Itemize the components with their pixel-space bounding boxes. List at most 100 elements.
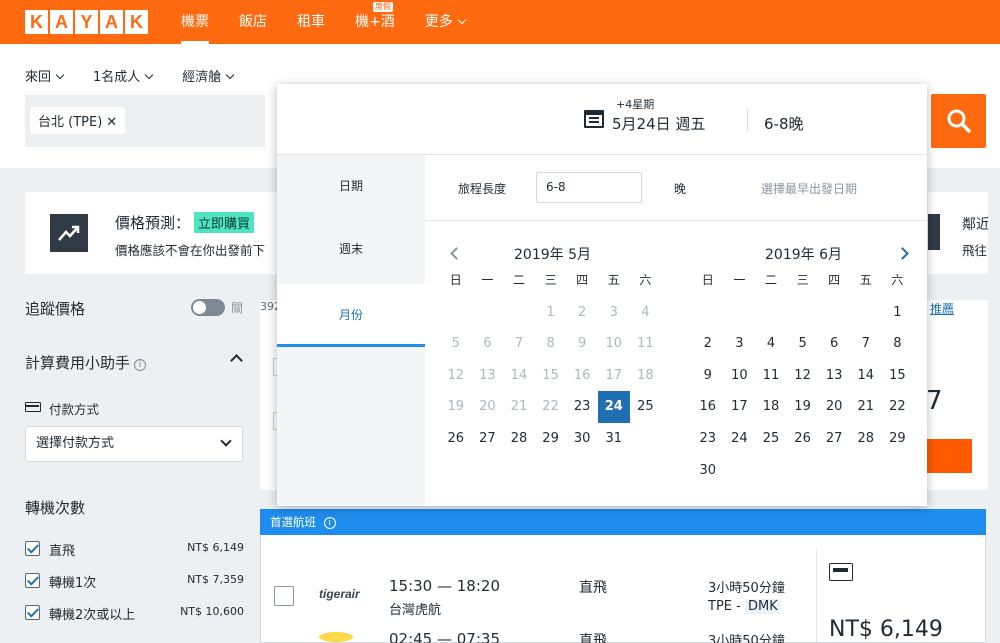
day-cell[interactable]: 23 xyxy=(566,391,598,423)
day-cell[interactable]: 6 xyxy=(818,328,850,360)
day-cell[interactable]: 29 xyxy=(535,423,567,455)
day-cell[interactable]: 24 xyxy=(724,423,756,455)
day-cell: 5 xyxy=(451,336,460,352)
day-cell[interactable]: 2 xyxy=(692,328,724,360)
stop-filter-two-plus[interactable]: 轉機2次或以上 NT$ 10,600 xyxy=(25,603,244,623)
forecast-subtitle: 價格應該不會在你出發前下 xyxy=(115,243,266,258)
buy-now-badge: 立即購買 xyxy=(194,212,255,233)
day-cell[interactable]: 22 xyxy=(882,391,914,423)
nearby-airports-card[interactable]: 鄰近機 飛往D xyxy=(928,192,988,274)
day-cell[interactable]: 1 xyxy=(882,297,914,329)
day-cell[interactable]: 31 xyxy=(598,423,630,455)
divider xyxy=(425,220,927,221)
day-cell[interactable]: 17 xyxy=(724,391,756,423)
info-icon[interactable]: i xyxy=(323,517,336,529)
checkbox[interactable] xyxy=(25,605,40,620)
remove-origin-icon[interactable]: ✕ xyxy=(106,115,117,130)
calendar-icon xyxy=(584,110,604,128)
selected-date[interactable]: 5月24日 週五 xyxy=(612,113,705,134)
compare-checkbox[interactable] xyxy=(274,586,294,606)
day-cell[interactable]: 27 xyxy=(818,423,850,455)
origin-chip[interactable]: 台北 (TPE) ✕ xyxy=(30,107,126,134)
day-cell[interactable]: 20 xyxy=(818,391,850,423)
chevron-down-icon xyxy=(145,70,154,80)
day-cell[interactable]: 11 xyxy=(755,360,787,392)
track-price-toggle[interactable] xyxy=(191,299,225,316)
kayak-logo[interactable]: K A Y A K xyxy=(25,10,148,34)
day-cell: 17 xyxy=(605,367,623,383)
nav-more[interactable]: 更多 xyxy=(425,0,466,44)
passengers-dropdown[interactable]: 1名成人 xyxy=(93,66,154,85)
day-cell[interactable]: 29 xyxy=(882,423,914,455)
flight-times: 15:30 — 18:20 xyxy=(389,577,500,595)
sort-dropdown[interactable]: 推薦 xyxy=(930,300,954,317)
flight-result-card[interactable]: tigerair 15:30 — 18:20 台灣虎航 直飛 3小時50分鐘 T… xyxy=(260,535,986,643)
next-month-icon[interactable] xyxy=(896,247,909,260)
day-cell[interactable]: 14 xyxy=(850,360,882,392)
tab-dates[interactable]: 日期 xyxy=(277,155,425,218)
day-cell[interactable]: 26 xyxy=(440,423,472,455)
stops-text: 直飛 xyxy=(579,580,607,596)
day-cell[interactable]: 30 xyxy=(692,455,724,487)
nights-summary[interactable]: 6-8晚 xyxy=(764,113,804,134)
payment-method-select[interactable]: 選擇付款方式 xyxy=(25,426,243,462)
weekday-label: 一 xyxy=(481,273,494,287)
fee-helper-title[interactable]: 計算費用小助手 i xyxy=(25,352,147,373)
day-cell[interactable]: 3 xyxy=(724,328,756,360)
checkbox[interactable] xyxy=(25,541,40,556)
day-cell[interactable]: 21 xyxy=(850,391,882,423)
empty-cell xyxy=(692,297,724,329)
day-cell[interactable]: 26 xyxy=(787,423,819,455)
day-cell[interactable]: 10 xyxy=(724,360,756,392)
stop-filter-one[interactable]: 轉機1次 NT$ 7,359 xyxy=(25,571,244,591)
day-cell[interactable]: 30 xyxy=(566,423,598,455)
day-cell[interactable]: 25 xyxy=(755,423,787,455)
day-cell: 21 xyxy=(510,399,528,415)
nav-flights[interactable]: 機票 xyxy=(181,0,209,44)
view-deal-button[interactable] xyxy=(926,439,972,473)
day-cell: 7 xyxy=(514,336,524,352)
day-cell[interactable]: 28 xyxy=(850,423,882,455)
day-cell[interactable]: 12 xyxy=(787,360,819,392)
day-cell[interactable]: 27 xyxy=(472,423,504,455)
prev-month-icon[interactable] xyxy=(450,247,463,260)
chevron-down-icon xyxy=(220,435,232,447)
nav-cars[interactable]: 租車 xyxy=(297,0,325,44)
day-cell[interactable]: 16 xyxy=(692,391,724,423)
day-cell[interactable]: 4 xyxy=(755,328,787,360)
day-cell[interactable]: 15 xyxy=(882,360,914,392)
origin-field[interactable]: 台北 (TPE) ✕ xyxy=(25,95,265,147)
day-cell[interactable]: 28 xyxy=(503,423,535,455)
day-cell[interactable]: 23 xyxy=(692,423,724,455)
day-cell[interactable]: 9 xyxy=(692,360,724,392)
chevron-up-icon[interactable] xyxy=(230,354,243,367)
trip-type-dropdown[interactable]: 來回 xyxy=(25,66,65,85)
day-cell[interactable]: 5 xyxy=(787,328,819,360)
day-cell[interactable]: 8 xyxy=(882,328,914,360)
day-cell[interactable]: 7 xyxy=(850,328,882,360)
logo-letter: Y xyxy=(75,10,98,34)
day-cell: 14 xyxy=(510,367,528,383)
search-button[interactable] xyxy=(931,94,986,148)
nav-hotels[interactable]: 飯店 xyxy=(239,0,267,44)
checkbox[interactable] xyxy=(25,573,40,588)
nav-packages[interactable]: 度假 機+酒 xyxy=(355,0,395,44)
tab-months[interactable]: 月份 xyxy=(277,284,425,347)
vacation-badge: 度假 xyxy=(373,2,393,12)
date-picker-header: +4星期 5月24日 週五 6-8晚 xyxy=(277,84,927,155)
trip-length-input[interactable]: 6-8 xyxy=(536,172,642,203)
stops-title: 轉機次數 xyxy=(25,499,86,517)
stop-filter-nonstop[interactable]: 直飛 NT$ 6,149 xyxy=(25,539,244,559)
cabin-dropdown[interactable]: 經濟艙 xyxy=(182,66,235,85)
day-cell[interactable]: 18 xyxy=(755,391,787,423)
info-icon[interactable]: i xyxy=(134,359,147,371)
day-cell[interactable]: 13 xyxy=(818,360,850,392)
stops-text: 直飛 xyxy=(579,633,607,643)
forecast-title: 價格預測： 立即購買 xyxy=(115,212,255,233)
day-cell[interactable]: 24 xyxy=(597,391,630,423)
price-forecast-card: 價格預測： 立即購買 價格應該不會在你出發前下 xyxy=(25,192,285,274)
tab-weekends[interactable]: 週末 xyxy=(277,218,425,281)
day-cell[interactable]: 25 xyxy=(630,391,662,423)
weekday-label: 五 xyxy=(607,273,620,287)
day-cell[interactable]: 19 xyxy=(787,391,819,423)
